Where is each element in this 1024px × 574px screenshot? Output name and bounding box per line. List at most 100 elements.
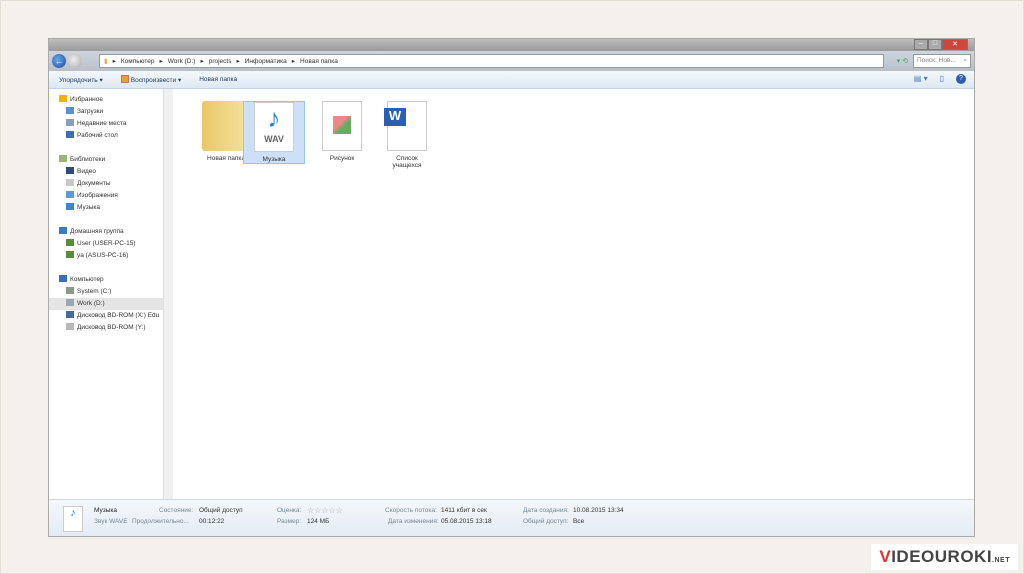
- breadcrumb-separator-icon[interactable]: ▸: [113, 57, 116, 65]
- play-icon: [120, 75, 129, 83]
- nav-item[interactable]: Документы: [49, 178, 163, 190]
- breadcrumb-separator-icon[interactable]: ▸: [160, 57, 163, 65]
- nav-item[interactable]: User (USER-PC-15): [49, 238, 163, 250]
- nav-item[interactable]: Библиотеки: [49, 154, 163, 166]
- breadcrumb-separator-icon[interactable]: ▸: [236, 57, 239, 65]
- video-icon: [66, 167, 74, 174]
- file-item[interactable]: W Список учащехся: [376, 101, 438, 169]
- nav-scrollbar[interactable]: [163, 89, 173, 501]
- nav-item[interactable]: Дисковод BD-ROM (Y:): [49, 322, 163, 334]
- view-options-icon[interactable]: ▤ ▾: [914, 74, 928, 84]
- preview-pane-icon[interactable]: ▯: [940, 74, 944, 84]
- nav-item-label: Недавние места: [77, 120, 127, 127]
- nav-item[interactable]: Видео: [49, 166, 163, 178]
- nav-item-label: System (C:): [77, 288, 112, 295]
- file-type: Звук WAVE: [94, 518, 128, 525]
- word-badge: W: [384, 108, 406, 126]
- breadcrumb-item[interactable]: Work (D:): [168, 58, 196, 65]
- nav-item-label: Домашняя группа: [70, 228, 124, 235]
- shared-label: Общий доступ:: [523, 518, 569, 525]
- organize-button[interactable]: Упорядочить ▾: [59, 76, 103, 84]
- nav-item[interactable]: Дисковод BD-ROM (X:) Edu: [49, 310, 163, 322]
- nav-item[interactable]: Недавние места: [49, 118, 163, 130]
- created-label: Дата создания:: [523, 507, 569, 514]
- nav-item-label: Избранное: [70, 96, 103, 103]
- nav-item-label: Компьютер: [70, 276, 104, 283]
- breadcrumb-item[interactable]: projects: [209, 58, 232, 65]
- nav-item[interactable]: Рабочий стол: [49, 130, 163, 142]
- downloads-icon: [66, 107, 74, 114]
- wav-badge: WAV: [264, 134, 284, 144]
- nav-item-label: Дисковод BD-ROM (Y:): [77, 324, 146, 331]
- wav-file-icon: ♪: [63, 506, 83, 532]
- desktop-icon: [66, 131, 74, 138]
- nav-item-label: Загрузки: [77, 108, 104, 115]
- libraries-icon: [59, 155, 67, 162]
- back-button[interactable]: ←: [52, 54, 66, 68]
- bd-rom-icon: [66, 311, 74, 318]
- word-file-icon: W: [384, 101, 427, 151]
- address-bar-row: ← ▮ ▸ Компьютер ▸ Work (D:) ▸ projects ▸ Информа…: [49, 51, 974, 71]
- modified-label: Дата изменения:: [388, 518, 439, 525]
- folder-icon: ▮: [104, 58, 108, 65]
- file-item[interactable]: ♪ WAV Музыка: [243, 101, 305, 164]
- nav-item[interactable]: Work (D:): [49, 298, 163, 310]
- breadcrumb-item[interactable]: Информатика: [245, 58, 287, 65]
- minimize-button[interactable]: –: [914, 39, 928, 50]
- duration-label: Продолжительно...: [132, 518, 189, 525]
- nav-item[interactable]: Музыка: [49, 202, 163, 214]
- close-button[interactable]: ✕: [942, 39, 968, 50]
- computer-icon: [59, 275, 67, 282]
- nav-item[interactable]: Загрузки: [49, 106, 163, 118]
- breadcrumb-item[interactable]: Компьютер: [121, 58, 155, 65]
- file-label: Список учащехся: [392, 155, 422, 169]
- duration-value: 00:12:22: [199, 518, 225, 525]
- created-value: 10.08.2015 13:34: [573, 507, 624, 514]
- nav-item[interactable]: System (C:): [49, 286, 163, 298]
- music-icon: [66, 203, 74, 210]
- nav-item[interactable]: Компьютер: [49, 274, 163, 286]
- nav-item-label: Видео: [77, 168, 96, 175]
- breadcrumb-item[interactable]: Новая папка: [300, 58, 338, 65]
- rating-stars[interactable]: ☆☆☆☆☆: [307, 506, 343, 515]
- bitrate-value: 1411 кбит в сек: [441, 507, 487, 514]
- new-folder-button[interactable]: Новая папка: [199, 76, 237, 83]
- user-icon: [66, 239, 74, 246]
- nav-item[interactable]: Изображения: [49, 190, 163, 202]
- forward-button[interactable]: [68, 54, 82, 68]
- nav-item-label: Work (D:): [77, 300, 105, 307]
- help-icon[interactable]: ?: [956, 74, 966, 84]
- recent-places-icon: [66, 119, 74, 126]
- nav-item-label: Рабочий стол: [77, 132, 118, 139]
- file-label: Рисунок: [329, 155, 355, 162]
- address-bar[interactable]: ▮ ▸ Компьютер ▸ Work (D:) ▸ projects ▸ Информати…: [99, 54, 884, 68]
- image-file-icon: [322, 101, 362, 151]
- nav-item[interactable]: ya (ASUS-PC-16): [49, 250, 163, 262]
- refresh-icon[interactable]: ▾ ⟲: [897, 57, 908, 65]
- size-value: 124 МБ: [307, 518, 330, 525]
- file-list: Новая папка ♪ WAV Музыка Рисунок W Список учащ…: [173, 89, 974, 501]
- documents-icon: [66, 179, 74, 186]
- maximize-button[interactable]: □: [928, 39, 942, 50]
- drive-icon: [66, 299, 74, 306]
- file-item[interactable]: Рисунок: [311, 101, 373, 162]
- search-input[interactable]: Поиск: Нов... ⌕: [913, 54, 971, 68]
- breadcrumb-separator-icon[interactable]: ▸: [200, 57, 203, 65]
- nav-item-label: Документы: [77, 180, 111, 187]
- nav-item-label: User (USER-PC-15): [77, 240, 136, 247]
- images-icon: [66, 191, 74, 198]
- nav-item[interactable]: Избранное: [49, 94, 163, 106]
- breadcrumb-separator-icon[interactable]: ▸: [292, 57, 295, 65]
- homegroup-icon: [59, 227, 67, 234]
- nav-item-label: Библиотеки: [70, 156, 106, 163]
- size-label: Размер:: [277, 518, 302, 525]
- play-button[interactable]: Воспроизвести ▾: [120, 75, 181, 84]
- title-bar: – □ ✕: [49, 39, 974, 51]
- modified-value: 05.08.2015 13:18: [441, 518, 492, 525]
- nav-item-label: ya (ASUS-PC-16): [77, 252, 129, 259]
- nav-item[interactable]: Домашняя группа: [49, 226, 163, 238]
- nav-item-label: Дисковод BD-ROM (X:) Edu: [77, 312, 160, 319]
- nav-item-label: Изображения: [77, 192, 118, 199]
- shared-value: Все: [573, 518, 585, 525]
